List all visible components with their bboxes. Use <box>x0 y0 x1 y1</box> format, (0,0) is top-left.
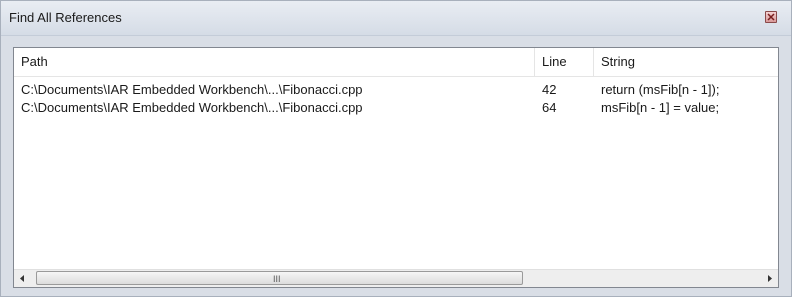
list-row[interactable]: C:\Documents\IAR Embedded Workbench\...\… <box>14 81 778 99</box>
row-string: msFib[n - 1] = value; <box>601 100 720 115</box>
list-header: Path Line String <box>14 48 778 77</box>
row-line: 64 <box>542 100 557 115</box>
row-path: C:\Documents\IAR Embedded Workbench\...\… <box>21 82 363 97</box>
row-path: C:\Documents\IAR Embedded Workbench\...\… <box>21 100 363 115</box>
row-line: 42 <box>542 82 557 97</box>
scroll-right-button[interactable] <box>761 270 778 287</box>
column-header-path[interactable]: Path <box>14 48 535 76</box>
scroll-left-button[interactable] <box>14 270 31 287</box>
scrollbar-thumb[interactable]: III <box>36 271 523 285</box>
list-rows: C:\Documents\IAR Embedded Workbench\...\… <box>14 81 778 117</box>
window-title: Find All References <box>9 10 122 25</box>
arrow-right-icon <box>768 275 772 282</box>
close-icon <box>767 13 775 21</box>
column-header-string[interactable]: String <box>594 48 778 76</box>
column-header-line[interactable]: Line <box>535 48 594 76</box>
scrollbar-grip: III <box>273 274 281 284</box>
find-all-references-window: Find All References Path Line String C:\… <box>0 0 792 297</box>
horizontal-scrollbar[interactable]: III <box>14 269 778 287</box>
row-string: return (msFib[n - 1]); <box>601 82 720 97</box>
list-row[interactable]: C:\Documents\IAR Embedded Workbench\...\… <box>14 99 778 117</box>
title-bar: Find All References <box>1 1 791 36</box>
references-list[interactable]: Path Line String C:\Documents\IAR Embedd… <box>13 47 779 288</box>
arrow-left-icon <box>20 275 24 282</box>
close-button[interactable] <box>765 11 777 23</box>
